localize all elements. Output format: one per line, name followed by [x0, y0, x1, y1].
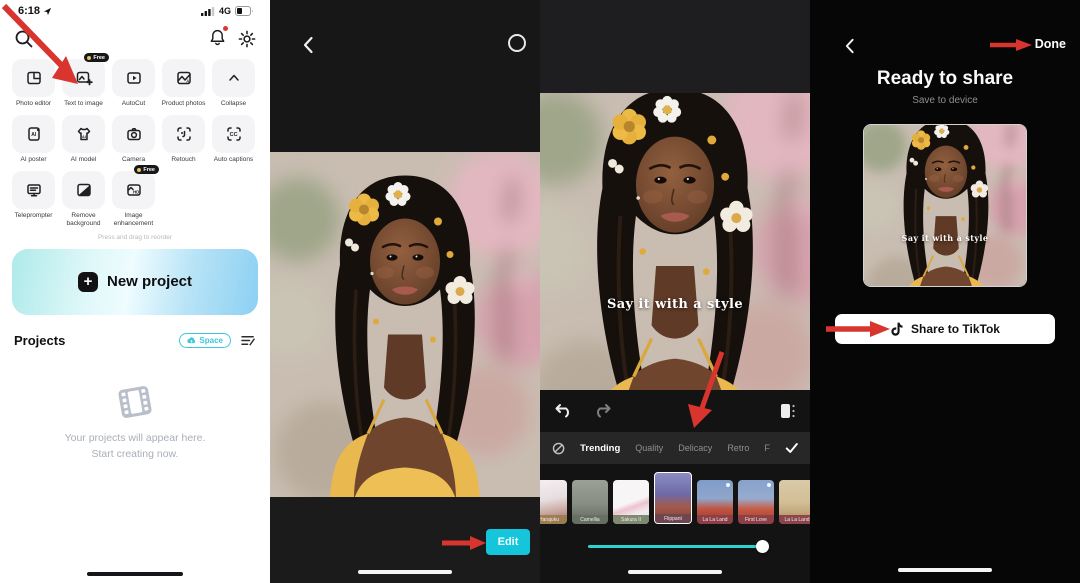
tab-retro[interactable]: Retro [727, 443, 749, 453]
tool-ai-model[interactable]: AI AI model [62, 115, 105, 164]
tool-remove-background[interactable]: Remove background [62, 171, 105, 228]
share-subtitle: Save to device [810, 95, 1080, 106]
gear-icon[interactable] [238, 30, 256, 48]
projects-title: Projects [14, 333, 65, 348]
space-badge[interactable]: Space [179, 333, 231, 348]
image-enhancement-icon: HD [125, 181, 143, 199]
annotation-arrow-done [988, 37, 1036, 53]
svg-text:CC: CC [229, 132, 237, 138]
filter-harajuku[interactable]: Harajuku [540, 480, 567, 524]
notifications-button[interactable] [209, 28, 226, 51]
tool-retouch[interactable]: Retouch [162, 115, 205, 164]
circle-icon[interactable] [508, 34, 526, 52]
edit-button[interactable]: Edit [486, 529, 530, 555]
teleprompter-icon [25, 181, 43, 199]
ai-poster-icon: AI [25, 125, 43, 143]
projects-empty-state: Your projects will appear here. Start cr… [0, 386, 270, 463]
filter-lalaland-2[interactable]: La La Land [779, 480, 810, 524]
tool-product-photos[interactable]: AI Product photos [162, 59, 205, 108]
tab-delicacy[interactable]: Delicacy [678, 443, 712, 453]
filter-sakura[interactable]: Sakura II [613, 480, 649, 524]
done-button[interactable]: Done [1035, 37, 1066, 51]
text-overlay: Say it with a style [864, 233, 1026, 243]
retouch-icon [175, 125, 193, 143]
filter-thumbnails: Harajuku Camellia Sakura II Flippant La … [540, 468, 810, 524]
sort-edit-icon[interactable] [241, 334, 256, 347]
slider-knob[interactable] [756, 540, 769, 553]
editing-canvas[interactable]: Say it with a style [540, 93, 810, 390]
redo-icon[interactable] [592, 402, 612, 420]
svg-text:AI: AI [31, 132, 37, 138]
annotation-arrow-share [824, 319, 894, 339]
filter-flippant-selected[interactable]: Flippant [654, 472, 692, 524]
filter-firstlove[interactable]: First Love [738, 480, 774, 524]
film-icon [114, 383, 155, 421]
tool-ai-poster[interactable]: AI AI poster [12, 115, 55, 164]
share-preview[interactable]: Say it with a style [863, 124, 1027, 287]
annotation-arrow-filters [678, 348, 730, 434]
tool-collapse[interactable]: Collapse [212, 59, 255, 108]
home-indicator [87, 572, 183, 577]
confirm-check-icon[interactable] [785, 442, 798, 454]
camera-icon [125, 125, 143, 143]
filter-lalaland[interactable]: La La Land [697, 480, 733, 524]
battery-icon [235, 6, 254, 16]
photo-preview[interactable] [270, 152, 540, 497]
annotation-arrow-photo-editor [0, 2, 92, 94]
compare-icon[interactable] [780, 402, 796, 420]
tool-auto-captions[interactable]: CC Auto captions [212, 115, 255, 164]
svg-text:AI: AI [186, 78, 190, 83]
new-project-button[interactable]: + New project [12, 249, 258, 315]
tool-image-enhancement[interactable]: Free HD Image enhancement [112, 171, 155, 228]
undo-icon[interactable] [554, 402, 574, 420]
network-label: 4G [219, 6, 231, 16]
plus-icon: + [78, 272, 98, 292]
home-indicator [358, 570, 452, 575]
tool-grid-row2: AI AI poster AI AI model Camera Retouch … [0, 115, 270, 164]
download-icon [767, 483, 771, 487]
screen-home: 6:18 4G [0, 0, 270, 583]
back-icon[interactable] [844, 38, 855, 54]
autocut-icon [125, 69, 143, 87]
empty-text-line2: Start creating now. [65, 446, 206, 462]
reorder-hint: Press and drag to reorder [0, 234, 270, 241]
tab-quality[interactable]: Quality [635, 443, 663, 453]
svg-text:AI: AI [82, 135, 86, 139]
tool-autocut[interactable]: AutoCut [112, 59, 155, 108]
screen-editor-preview: Edit [270, 0, 540, 583]
svg-text:HD: HD [133, 190, 139, 195]
notification-dot [223, 26, 228, 31]
ai-model-icon: AI [75, 125, 93, 143]
editor-header [540, 0, 810, 93]
back-icon[interactable] [302, 36, 314, 54]
text-overlay[interactable]: Say it with a style [540, 297, 810, 312]
no-filter-icon[interactable] [552, 441, 565, 456]
download-icon [726, 483, 730, 487]
editor-toolbar [540, 390, 810, 432]
empty-text-line1: Your projects will appear here. [65, 430, 206, 446]
filter-category-tabs: Trending Quality Delicacy Retro F [540, 432, 810, 464]
share-title: Ready to share [810, 68, 1080, 90]
screen-share: Done Ready to share Save to device Say i… [810, 0, 1080, 583]
product-photos-icon: AI [175, 69, 193, 87]
free-badge: Free [134, 165, 159, 174]
remove-background-icon [75, 181, 93, 199]
chevron-up-icon [225, 69, 243, 87]
screen-filter-editor: Say it with a style Trending Quality Del… [540, 0, 810, 583]
tool-grid-row3: Teleprompter Remove background Free HD I… [0, 171, 270, 228]
home-indicator [898, 568, 992, 573]
tab-truncated[interactable]: F [764, 443, 770, 453]
filter-camellia[interactable]: Camellia [572, 480, 608, 524]
tab-trending[interactable]: Trending [580, 443, 620, 454]
home-indicator [628, 570, 722, 575]
signal-icon [201, 7, 215, 16]
annotation-arrow-edit [440, 534, 488, 552]
tool-camera[interactable]: Camera [112, 115, 155, 164]
intensity-slider[interactable] [588, 545, 765, 548]
tool-teleprompter[interactable]: Teleprompter [12, 171, 55, 228]
app-walkthrough: 6:18 4G [0, 0, 1080, 583]
auto-captions-icon: CC [225, 125, 243, 143]
cloud-icon [187, 337, 196, 344]
